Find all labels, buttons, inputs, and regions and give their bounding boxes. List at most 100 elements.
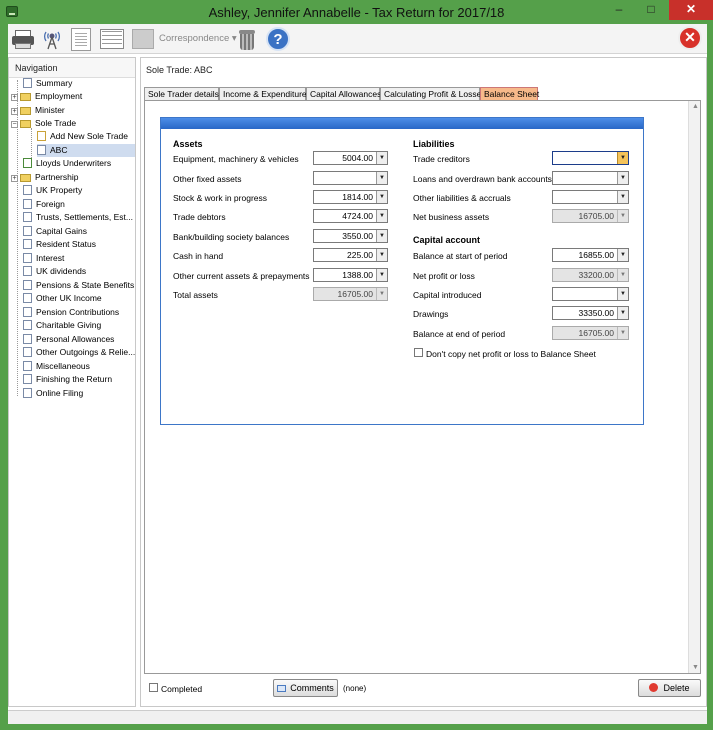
nav-item-minister[interactable]: + Minister xyxy=(11,104,65,117)
dropdown-arrow-icon[interactable]: ▼ xyxy=(617,172,628,184)
tab-capital-allowances[interactable]: Capital Allowances xyxy=(306,87,381,100)
tab-sole-trader-details[interactable]: Sole Trader details xyxy=(144,87,219,100)
scroll-up-icon[interactable]: ▲ xyxy=(692,103,699,110)
nav-item-partnership[interactable]: + Partnership xyxy=(11,171,78,184)
equipment-label: Equipment, machinery & vehicles xyxy=(173,154,299,164)
vertical-scrollbar[interactable]: ▲ ▼ xyxy=(688,101,700,673)
other-fixed-assets-field[interactable]: ▼ xyxy=(313,171,388,185)
panel-header-bar xyxy=(161,118,643,129)
stock-field[interactable]: 1814.00 ▼ xyxy=(313,190,388,204)
exit-icon[interactable]: ✕ xyxy=(678,26,702,50)
trade-debtors-field[interactable]: 4724.00 ▼ xyxy=(313,209,388,223)
other-liabilities-field[interactable]: ▼ xyxy=(552,190,629,204)
nav-item-interest[interactable]: Interest xyxy=(23,252,64,265)
dropdown-arrow-icon[interactable]: ▼ xyxy=(376,269,387,281)
drawings-field[interactable]: 33350.00 ▼ xyxy=(552,306,629,320)
other-fixed-assets-label: Other fixed assets xyxy=(173,174,242,184)
dropdown-arrow-icon[interactable]: ▼ xyxy=(617,288,628,300)
capital-introduced-field[interactable]: ▼ xyxy=(552,287,629,301)
nav-item-summary[interactable]: Summary xyxy=(23,77,72,90)
nav-item-trusts[interactable]: Trusts, Settlements, Est... xyxy=(23,211,133,224)
other-current-assets-field[interactable]: 1388.00 ▼ xyxy=(313,268,388,282)
page-icon xyxy=(23,212,32,222)
help-icon[interactable]: ? xyxy=(266,27,290,51)
spreadsheet-icon[interactable] xyxy=(100,29,124,49)
nav-item-pensions-state-benefits[interactable]: Pensions & State Benefits xyxy=(23,279,134,292)
other-liabilities-label: Other liabilities & accruals xyxy=(413,193,511,203)
dropdown-arrow-icon[interactable]: ▼ xyxy=(376,210,387,222)
balance-start-field[interactable]: 16855.00 ▼ xyxy=(552,248,629,262)
tab-calculating-profit-losses[interactable]: Calculating Profit & Losses xyxy=(380,87,486,100)
close-window-button[interactable]: ✕ xyxy=(669,0,713,20)
nav-item-lloyds-underwriters[interactable]: Lloyds Underwriters xyxy=(23,157,111,170)
page-icon xyxy=(23,280,32,290)
collapse-icon[interactable]: − xyxy=(11,121,18,128)
nav-item-other-uk-income[interactable]: Other UK Income xyxy=(23,292,102,305)
nav-item-pension-contributions[interactable]: Pension Contributions xyxy=(23,306,119,319)
loans-overdrawn-label: Loans and overdrawn bank accounts xyxy=(413,174,552,184)
net-profit-loss-field: 33200.00 ▼ xyxy=(552,268,629,282)
nav-item-foreign[interactable]: Foreign xyxy=(23,198,65,211)
dropdown-arrow-icon[interactable]: ▼ xyxy=(617,152,628,164)
dropdown-arrow-icon: ▼ xyxy=(617,327,628,339)
scroll-down-icon[interactable]: ▼ xyxy=(692,664,699,671)
minimize-button[interactable]: – xyxy=(605,0,633,20)
drawings-label: Drawings xyxy=(413,309,449,319)
main-panel: Sole Trade: ABC Sole Trader details Inco… xyxy=(140,57,707,707)
nav-item-employment[interactable]: + Employment xyxy=(11,90,82,103)
dropdown-arrow-icon[interactable]: ▼ xyxy=(617,249,628,261)
page-icon xyxy=(23,361,32,371)
expand-icon[interactable]: + xyxy=(11,175,18,182)
nav-item-personal-allowances[interactable]: Personal Allowances xyxy=(23,333,114,346)
correspondence-icon[interactable] xyxy=(132,29,154,49)
bank-balances-field[interactable]: 3550.00 ▼ xyxy=(313,229,388,243)
dropdown-arrow-icon[interactable]: ▼ xyxy=(376,191,387,203)
dropdown-arrow-icon[interactable]: ▼ xyxy=(376,172,387,184)
breadcrumb: Sole Trade: ABC xyxy=(146,65,213,75)
nav-item-uk-property[interactable]: UK Property xyxy=(23,184,82,197)
nav-item-resident-status[interactable]: Resident Status xyxy=(23,238,96,251)
dropdown-arrow-icon[interactable]: ▼ xyxy=(617,307,628,319)
nav-item-other-outgoings[interactable]: Other Outgoings & Relie... xyxy=(23,346,135,359)
loans-overdrawn-field[interactable]: ▼ xyxy=(552,171,629,185)
dropdown-arrow-icon[interactable]: ▼ xyxy=(617,191,628,203)
equipment-field[interactable]: 5004.00 ▼ xyxy=(313,151,388,165)
status-bar xyxy=(8,710,707,724)
delete-button[interactable]: Delete xyxy=(638,679,701,697)
maximize-button[interactable]: □ xyxy=(637,0,665,20)
nav-item-uk-dividends[interactable]: UK dividends xyxy=(23,265,86,278)
nav-item-miscellaneous[interactable]: Miscellaneous xyxy=(23,360,90,373)
nav-item-online-filing[interactable]: Online Filing xyxy=(23,387,83,400)
frame-left xyxy=(0,24,8,730)
comments-button[interactable]: Comments xyxy=(273,679,338,697)
trade-creditors-field[interactable]: ▼ xyxy=(552,151,629,165)
completed-checkbox[interactable] xyxy=(149,683,158,692)
tab-income-expenditure[interactable]: Income & Expenditure xyxy=(219,87,307,100)
dropdown-arrow-icon: ▼ xyxy=(617,210,628,222)
correspondence-menu[interactable]: Correspondence ▾ xyxy=(159,33,237,44)
trash-icon[interactable] xyxy=(236,28,258,50)
expand-icon[interactable]: + xyxy=(11,108,18,115)
nav-item-finishing-the-return[interactable]: Finishing the Return xyxy=(23,373,112,386)
toolbar: Correspondence ▾ ? ✕ xyxy=(8,24,707,54)
comment-icon xyxy=(277,685,287,692)
nav-item-capital-gains[interactable]: Capital Gains xyxy=(23,225,87,238)
cash-in-hand-field[interactable]: 225.00 ▼ xyxy=(313,248,388,262)
online-filing-icon[interactable] xyxy=(41,28,63,50)
net-profit-loss-label: Net profit or loss xyxy=(413,271,475,281)
nav-item-charitable-giving[interactable]: Charitable Giving xyxy=(23,319,101,332)
dropdown-arrow-icon[interactable]: ▼ xyxy=(376,230,387,242)
folder-icon xyxy=(20,174,31,182)
nav-item-add-new-sole-trade[interactable]: Add New Sole Trade xyxy=(37,130,128,143)
nav-item-sole-trade[interactable]: − Sole Trade xyxy=(11,117,76,130)
dropdown-arrow-icon[interactable]: ▼ xyxy=(376,152,387,164)
dont-copy-checkbox[interactable] xyxy=(414,348,423,357)
nav-item-abc[interactable]: ABC xyxy=(37,144,135,157)
trade-creditors-label: Trade creditors xyxy=(413,154,470,164)
dropdown-arrow-icon[interactable]: ▼ xyxy=(376,249,387,261)
document-icon[interactable] xyxy=(71,28,91,51)
page-icon xyxy=(23,293,32,303)
tab-balance-sheet[interactable]: Balance Sheet xyxy=(480,87,539,100)
expand-icon[interactable]: + xyxy=(11,94,18,101)
print-icon[interactable] xyxy=(12,28,34,50)
